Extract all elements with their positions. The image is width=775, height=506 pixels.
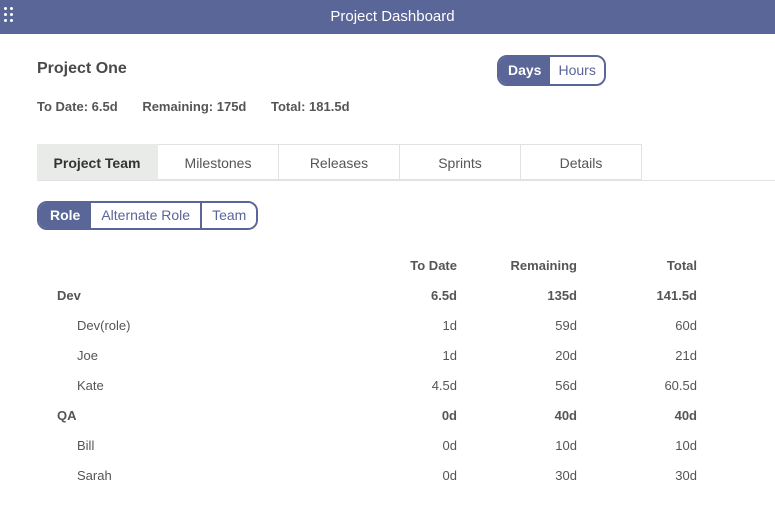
- tab-project-team[interactable]: Project Team: [37, 144, 158, 180]
- group-to-date: 6.5d: [430, 287, 457, 303]
- member-remaining: 59d: [555, 317, 577, 333]
- member-name: Dev(role): [77, 317, 131, 333]
- column-header-to-date: To Date: [410, 257, 457, 273]
- to-date-label: To Date:: [37, 99, 89, 114]
- total-label: Total:: [271, 99, 306, 114]
- tab-sprints[interactable]: Sprints: [400, 144, 521, 180]
- group-total: 141.5d: [656, 287, 697, 303]
- member-remaining: 20d: [555, 347, 577, 363]
- to-date-value: 6.5d: [91, 99, 118, 114]
- group-by-toggle: Role Alternate Role Team: [37, 201, 259, 230]
- tab-milestones[interactable]: Milestones: [158, 144, 279, 180]
- table-row: Kate 4.5d 56d 60.5d: [37, 370, 697, 400]
- group-to-date: 0d: [441, 407, 457, 423]
- member-name: Sarah: [77, 467, 112, 483]
- member-total: 21d: [675, 347, 697, 363]
- column-header-name: [37, 250, 337, 280]
- member-to-date: 1d: [442, 347, 457, 363]
- remaining-value: 175d: [216, 99, 247, 114]
- top-bar: Project Dashboard: [0, 0, 775, 34]
- member-to-date: 0d: [442, 467, 457, 483]
- member-remaining: 10d: [555, 437, 577, 453]
- remaining-label: Remaining:: [142, 99, 214, 114]
- table-group-row: Dev 6.5d 135d 141.5d: [37, 280, 697, 310]
- days-button[interactable]: Days: [499, 57, 551, 84]
- alternate-role-button[interactable]: Alternate Role: [91, 203, 201, 228]
- member-remaining: 30d: [555, 467, 577, 483]
- group-name: Dev: [57, 287, 81, 303]
- hours-button[interactable]: Hours: [550, 57, 604, 84]
- total-value: 181.5d: [309, 99, 350, 114]
- member-to-date: 0d: [442, 437, 457, 453]
- member-name: Joe: [77, 347, 98, 363]
- member-name: Bill: [77, 437, 95, 453]
- member-total: 30d: [675, 467, 697, 483]
- column-header-remaining: Remaining: [510, 257, 577, 273]
- project-summary: To Date: 6.5d Remaining: 175d Total: 181…: [37, 99, 371, 114]
- member-total: 10d: [675, 437, 697, 453]
- tab-releases[interactable]: Releases: [279, 144, 400, 180]
- unit-toggle: Days Hours: [497, 55, 606, 86]
- team-table: To Date Remaining Total Dev 6.5d 135d 14…: [37, 250, 697, 490]
- member-to-date: 1d: [442, 317, 457, 333]
- table-row: Sarah 0d 30d 30d: [37, 460, 697, 490]
- team-button[interactable]: Team: [200, 203, 257, 228]
- table-row: Dev(role) 1d 59d 60d: [37, 310, 697, 340]
- group-remaining: 135d: [547, 287, 577, 303]
- table-row: Joe 1d 20d 21d: [37, 340, 697, 370]
- role-button[interactable]: Role: [39, 203, 92, 228]
- member-to-date: 4.5d: [431, 377, 457, 393]
- project-title: Project One: [37, 60, 127, 77]
- tab-details[interactable]: Details: [521, 144, 642, 180]
- table-row: Bill 0d 10d 10d: [37, 430, 697, 460]
- group-name: QA: [57, 407, 77, 423]
- member-remaining: 56d: [555, 377, 577, 393]
- app-title: Project Dashboard: [330, 8, 455, 25]
- tabs-divider: [37, 180, 775, 181]
- column-header-total: Total: [666, 257, 697, 273]
- table-header-row: To Date Remaining Total: [37, 250, 697, 280]
- member-name: Kate: [77, 377, 104, 393]
- group-total: 40d: [674, 407, 697, 423]
- table-group-row: QA 0d 40d 40d: [37, 400, 697, 430]
- group-remaining: 40d: [554, 407, 577, 423]
- member-total: 60.5d: [664, 377, 697, 393]
- member-total: 60d: [675, 317, 697, 333]
- tab-bar: Project Team Milestones Releases Sprints…: [37, 144, 642, 180]
